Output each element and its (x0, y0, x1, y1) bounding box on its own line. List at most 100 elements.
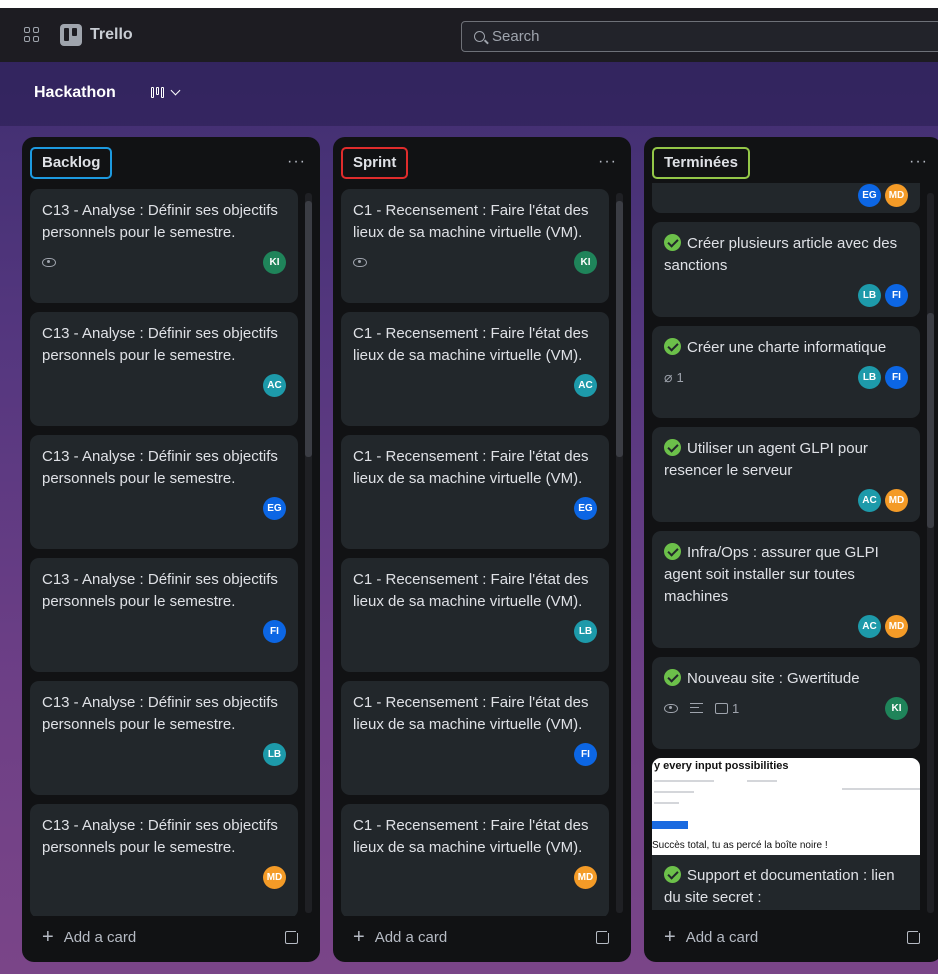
member-avatar[interactable]: AC (263, 373, 286, 397)
card-badges (353, 257, 367, 267)
card-members: AC (263, 373, 286, 397)
member-avatar[interactable]: AC (858, 614, 881, 638)
search-input[interactable]: Search (461, 21, 938, 52)
card[interactable]: C1 - Recensement : Faire l'état des lieu… (341, 435, 609, 549)
member-avatar[interactable]: LB (263, 742, 286, 766)
card-title-text: Nouveau site : Gwertitude (687, 670, 860, 687)
card-cover-image: y every input possibilities Succès total,… (652, 758, 920, 855)
member-avatar[interactable]: FI (885, 283, 908, 307)
card-title-text: C1 - Recensement : Faire l'état des lieu… (353, 571, 589, 610)
trello-logo[interactable]: Trello (60, 24, 133, 46)
check-circle-icon[interactable] (664, 338, 681, 355)
member-avatar[interactable]: KI (574, 250, 597, 274)
member-avatar[interactable]: MD (574, 865, 597, 889)
card[interactable]: C13 - Analyse : Définir ses objectifs pe… (30, 312, 298, 426)
member-avatar[interactable]: EG (858, 183, 881, 207)
card[interactable]: Nouveau site : Gwertitude 1 KI (652, 657, 920, 749)
card[interactable]: C13 - Analyse : Définir ses objectifs pe… (30, 189, 298, 303)
card[interactable]: C1 - Recensement : Faire l'état des lieu… (341, 804, 609, 916)
member-avatar[interactable]: FI (263, 619, 286, 643)
card[interactable]: C1 - Recensement : Faire l'état des lieu… (341, 312, 609, 426)
add-card-button[interactable]: + Add a card (353, 927, 448, 947)
member-avatar[interactable]: KI (885, 696, 908, 720)
member-avatar[interactable]: MD (885, 183, 908, 207)
member-avatar[interactable]: MD (885, 488, 908, 512)
list-scrollbar[interactable] (305, 193, 312, 913)
member-avatar[interactable]: MD (263, 865, 286, 889)
card[interactable]: EG MD (652, 183, 920, 213)
card-members: AC MD (858, 488, 908, 512)
list-scrollbar[interactable] (616, 193, 623, 913)
check-circle-icon[interactable] (664, 543, 681, 560)
check-circle-icon[interactable] (664, 669, 681, 686)
list-menu-icon[interactable]: ··· (598, 153, 617, 171)
card-title: Créer plusieurs article avec des sanctio… (664, 233, 908, 277)
scrollbar-thumb[interactable] (305, 201, 312, 457)
card-footer: LB FI (664, 283, 908, 307)
check-circle-icon[interactable] (664, 439, 681, 456)
member-avatar[interactable]: EG (263, 496, 286, 520)
scrollbar-thumb[interactable] (616, 201, 623, 457)
member-avatar[interactable]: LB (858, 283, 881, 307)
card[interactable]: Utiliser un agent GLPI pour resencer le … (652, 427, 920, 522)
card[interactable]: C13 - Analyse : Définir ses objectifs pe… (30, 558, 298, 672)
search-icon (474, 31, 485, 42)
create-from-template-icon[interactable] (596, 927, 613, 944)
app-switcher-icon[interactable] (24, 27, 40, 43)
member-avatar[interactable]: EG (574, 496, 597, 520)
member-avatar[interactable]: LB (574, 619, 597, 643)
list-title[interactable]: Backlog (30, 147, 113, 179)
card[interactable]: C13 - Analyse : Définir ses objectifs pe… (30, 435, 298, 549)
list-scrollbar[interactable] (927, 193, 934, 913)
card-title: C1 - Recensement : Faire l'état des lieu… (353, 200, 597, 244)
check-circle-icon[interactable] (664, 866, 681, 883)
card-title-text: C13 - Analyse : Définir ses objectifs pe… (42, 817, 278, 856)
card[interactable]: C13 - Analyse : Définir ses objectifs pe… (30, 804, 298, 916)
card-members: LB FI (858, 365, 908, 389)
card-title-text: Créer une charte informatique (687, 339, 887, 356)
check-circle-icon[interactable] (664, 234, 681, 251)
card-footer: KI (42, 250, 286, 274)
card[interactable]: C1 - Recensement : Faire l'état des lieu… (341, 189, 609, 303)
card-title-text: C1 - Recensement : Faire l'état des lieu… (353, 202, 589, 241)
list-footer: + Add a card (32, 926, 310, 954)
card-members: AC MD (858, 614, 908, 638)
card[interactable]: C1 - Recensement : Faire l'état des lieu… (341, 681, 609, 795)
card-title: C1 - Recensement : Faire l'état des lieu… (353, 323, 597, 367)
card[interactable]: Créer une charte informatique ⌀ 1 LB FI (652, 326, 920, 418)
card-members: LB FI (858, 283, 908, 307)
scrollbar-thumb[interactable] (927, 313, 934, 528)
member-avatar[interactable]: AC (858, 488, 881, 512)
add-card-button[interactable]: + Add a card (42, 927, 136, 947)
board-view-switcher[interactable] (151, 85, 181, 98)
member-avatar[interactable]: AC (574, 373, 597, 397)
card[interactable]: Créer plusieurs article avec des sanctio… (652, 222, 920, 317)
member-avatar[interactable]: FI (885, 365, 908, 389)
list-header: Backlog ··· (30, 147, 310, 179)
card-members: KI (885, 696, 908, 720)
list-menu-icon[interactable]: ··· (909, 153, 928, 171)
member-avatar[interactable]: KI (263, 250, 286, 274)
list-column: Sprint ··· C1 - Recensement : Faire l'état… (333, 137, 631, 962)
card-footer: MD (353, 865, 597, 889)
create-from-template-icon[interactable] (907, 927, 924, 944)
add-card-label: Add a card (685, 928, 759, 946)
board-title[interactable]: Hackathon (34, 84, 116, 102)
member-avatar[interactable]: LB (858, 365, 881, 389)
list-title[interactable]: Sprint (341, 147, 409, 179)
member-avatar[interactable]: MD (885, 614, 908, 638)
cover-line (654, 791, 694, 793)
card-badges (42, 257, 56, 267)
create-from-template-icon[interactable] (285, 927, 302, 944)
attachments-count: 1 (676, 369, 684, 385)
card-title-text: C1 - Recensement : Faire l'état des lieu… (353, 325, 589, 364)
list-title[interactable]: Terminées (652, 147, 750, 179)
card[interactable]: y every input possibilities Succès total,… (652, 758, 920, 910)
card[interactable]: C1 - Recensement : Faire l'état des lieu… (341, 558, 609, 672)
list-menu-icon[interactable]: ··· (287, 153, 306, 171)
card[interactable]: Infra/Ops : assurer que GLPI agent soit … (652, 531, 920, 648)
add-card-button[interactable]: + Add a card (664, 927, 759, 947)
add-card-label: Add a card (374, 928, 448, 946)
card[interactable]: C13 - Analyse : Définir ses objectifs pe… (30, 681, 298, 795)
member-avatar[interactable]: FI (574, 742, 597, 766)
